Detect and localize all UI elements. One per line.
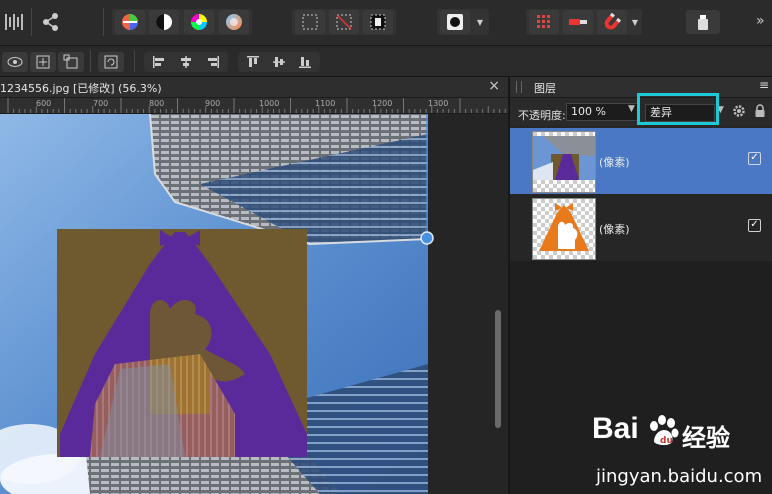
snapping-dropdown-chevron-icon[interactable]: ▼ <box>629 10 641 34</box>
main-toolbar: ▼ ▼ » <box>0 0 772 46</box>
layer-row[interactable]: (像素) ✓ <box>510 195 772 261</box>
opacity-chevron-down-icon[interactable]: ▼ <box>628 104 635 114</box>
black-white-icon[interactable] <box>149 10 179 34</box>
layer-thumbnail <box>532 198 596 260</box>
invert-selection-icon[interactable] <box>363 10 393 34</box>
mask-dropdown-chevron-icon[interactable]: ▼ <box>473 10 487 34</box>
hsl-icon[interactable] <box>184 10 214 34</box>
opacity-label: 不透明度: <box>518 109 566 122</box>
rotate-icon[interactable] <box>98 52 124 72</box>
blend-mode-chevron-down-icon[interactable]: ▼ <box>717 105 724 115</box>
vertical-scrollbar[interactable] <box>495 310 501 428</box>
panel-menu-icon[interactable]: ≡ <box>759 78 769 92</box>
layer-visibility-checkbox[interactable]: ✓ <box>748 219 761 232</box>
ruler-label: 1200 <box>372 99 393 108</box>
align-left-icon[interactable] <box>147 52 171 72</box>
transform-origin-icon[interactable] <box>58 52 84 72</box>
document-tab[interactable]: 1234556.jpg [已修改] (56.3%) × <box>0 77 508 98</box>
document-title: 1234556.jpg [已修改] (56.3%) <box>0 82 162 95</box>
layer-thumbnail <box>532 131 596 193</box>
layer-row[interactable]: (像素) ✓ <box>510 128 772 194</box>
ruler-label: 1100 <box>315 99 336 108</box>
ruler-label: 1300 <box>428 99 449 108</box>
view-icon[interactable] <box>2 52 28 72</box>
persona-icon[interactable] <box>2 9 26 35</box>
ruler-label: 700 <box>93 99 109 108</box>
svg-text:du: du <box>660 436 673 446</box>
horizontal-ruler: 600 700 800 900 1000 1100 1200 1300 <box>0 98 508 114</box>
paw-logo-icon: du <box>646 414 680 448</box>
gear-icon[interactable] <box>732 104 746 118</box>
layer-properties-row: 不透明度: 100 % ▼ 差异 ▼ <box>510 93 772 126</box>
ruler-label: 1000 <box>259 99 280 108</box>
marquee-select-icon[interactable] <box>295 10 325 34</box>
grid-icon[interactable] <box>529 10 559 34</box>
context-toolbar <box>0 46 772 77</box>
blend-mode-select[interactable]: 差异 <box>645 104 715 122</box>
layer-name[interactable]: (像素) <box>599 221 630 237</box>
toolbar-overflow-icon[interactable]: » <box>756 13 765 29</box>
canvas-image <box>0 114 508 494</box>
layers-panel-tab[interactable]: 图层 ≡ <box>510 77 772 98</box>
ruler-label: 800 <box>149 99 165 108</box>
watermark-url: jingyan.baidu.com <box>596 466 763 487</box>
panel-grip-icon[interactable] <box>516 81 522 93</box>
watermark-brand-suffix: 经验 <box>682 424 730 452</box>
white-balance-icon[interactable] <box>219 10 249 34</box>
layer-name[interactable]: (像素) <box>599 154 630 170</box>
ruler-label: 600 <box>36 99 52 108</box>
close-document-icon[interactable]: × <box>488 78 500 94</box>
align-right-icon[interactable] <box>201 52 225 72</box>
align-center-icon[interactable] <box>174 52 198 72</box>
ruler-label: 900 <box>205 99 221 108</box>
layer-visibility-checkbox[interactable]: ✓ <box>748 152 761 165</box>
levels-icon[interactable] <box>115 10 145 34</box>
snap-align-icon[interactable] <box>563 10 593 34</box>
lock-icon[interactable] <box>754 104 766 118</box>
align-top-icon[interactable] <box>241 52 265 72</box>
watermark-brand: Bai <box>592 412 639 445</box>
share-icon[interactable] <box>38 10 64 34</box>
document-canvas[interactable] <box>0 114 508 494</box>
export-icon[interactable] <box>686 10 720 34</box>
align-middle-icon[interactable] <box>267 52 291 72</box>
baidu-watermark: Bai du 经验 jingyan.baidu.com <box>592 412 772 494</box>
align-bottom-icon[interactable] <box>293 52 317 72</box>
mask-icon[interactable] <box>440 10 470 34</box>
transform-center-icon[interactable] <box>30 52 56 72</box>
layers-tab-label[interactable]: 图层 <box>534 80 556 96</box>
deselect-icon[interactable] <box>329 10 359 34</box>
magnet-icon[interactable] <box>597 10 627 34</box>
